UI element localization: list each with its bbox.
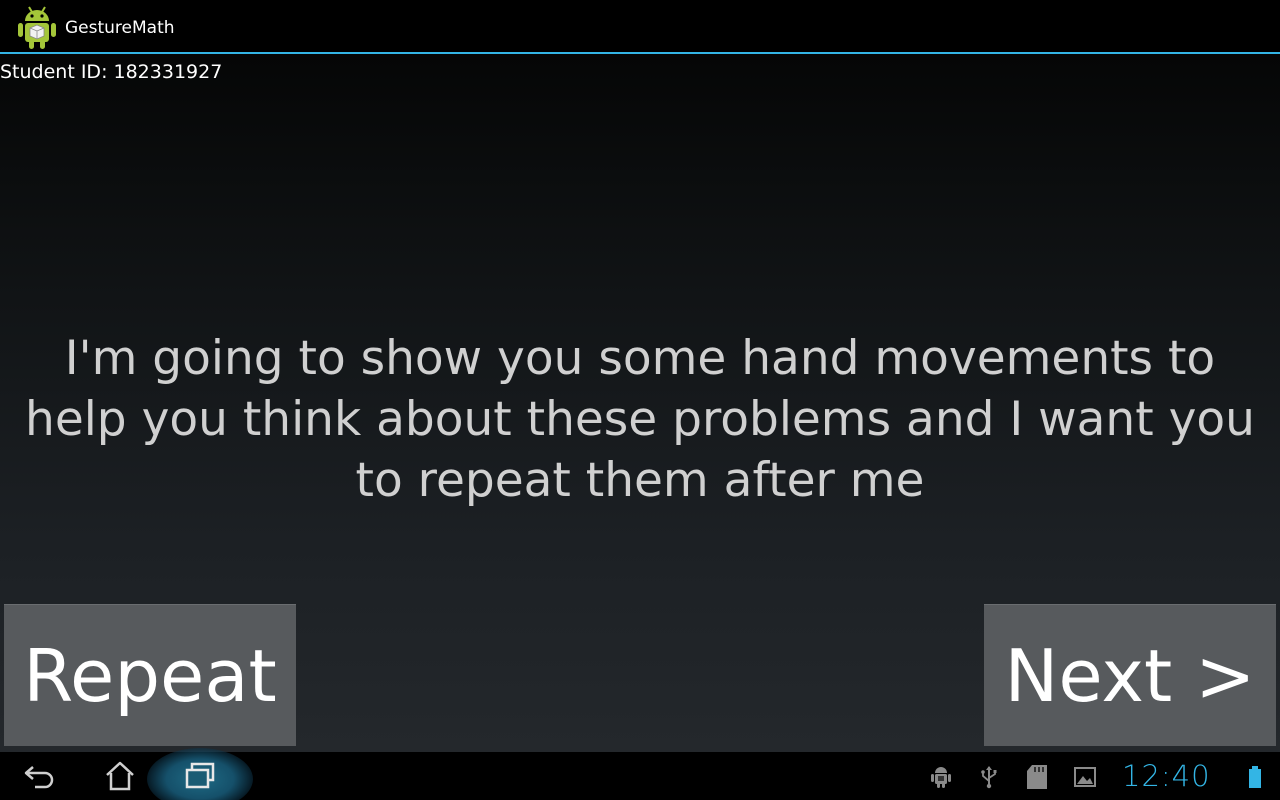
instruction-message: I'm going to show you some hand movement… — [25, 331, 1255, 508]
student-id-label: Student ID: 182331927 — [0, 61, 223, 83]
battery-icon — [1248, 766, 1262, 788]
screen: GestureMath Student ID: 182331927 I'm go… — [0, 0, 1280, 800]
action-bar: GestureMath — [0, 0, 1280, 54]
back-icon[interactable] — [10, 752, 70, 800]
usb-icon — [976, 764, 1002, 790]
content-area: Student ID: 182331927 I'm going to show … — [0, 54, 1280, 752]
clock[interactable]: 12:40 — [1122, 758, 1211, 794]
app-title: GestureMath — [65, 18, 175, 38]
image-icon — [1072, 764, 1098, 790]
repeat-button[interactable]: Repeat — [4, 604, 296, 746]
sd-card-icon — [1024, 764, 1050, 790]
recent-apps-icon[interactable] — [170, 752, 230, 800]
home-icon[interactable] — [90, 752, 150, 800]
system-navigation-bar: 12:40 — [0, 748, 1280, 800]
android-debug-icon — [928, 764, 954, 790]
next-button[interactable]: Next > — [984, 604, 1276, 746]
android-robot-icon[interactable] — [16, 4, 58, 50]
